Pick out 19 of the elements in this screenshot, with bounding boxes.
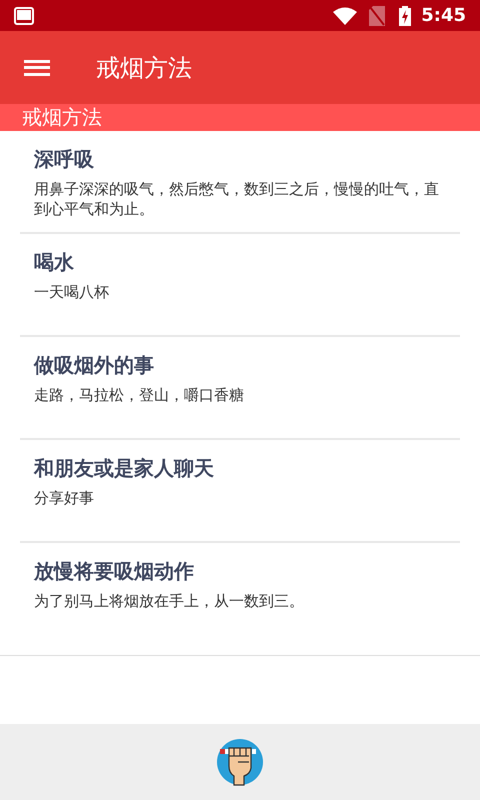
method-title: 和朋友或是家人聊天 — [34, 455, 215, 482]
toolbar-title: 戒烟方法 — [96, 52, 192, 84]
method-title: 放慢将要吸烟动作 — [34, 558, 195, 585]
no-sim-icon — [369, 6, 386, 26]
wifi-icon — [333, 6, 358, 24]
method-title: 深呼吸 — [34, 146, 95, 173]
method-title: 做吸烟外的事 — [34, 352, 155, 379]
status-time: 5:45 — [421, 4, 466, 28]
method-description: 走路，马拉松，登山，嚼口香糖 — [34, 385, 245, 405]
method-title: 喝水 — [34, 249, 75, 276]
method-description: 用鼻子深深的吸气，然后憋气，数到三之后，慢慢的吐气，直到心平气和为止。 — [34, 179, 440, 219]
fist-icon — [216, 738, 264, 786]
section-title: 戒烟方法 — [22, 104, 102, 131]
method-description: 分享好事 — [34, 488, 95, 508]
method-description: 一天喝八杯 — [34, 282, 110, 302]
method-description: 为了别马上将烟放在手上，从一数到三。 — [34, 591, 305, 611]
menu-button[interactable] — [24, 58, 50, 78]
screen-icon — [14, 6, 34, 24]
battery-icon — [399, 6, 412, 26]
